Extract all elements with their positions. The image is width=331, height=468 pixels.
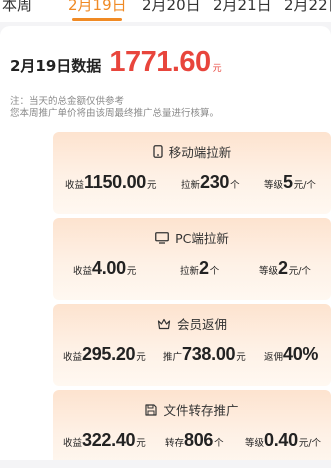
monitor-icon bbox=[155, 231, 170, 244]
stat-label: 返佣 bbox=[264, 352, 284, 363]
stat-label: 等级 bbox=[245, 438, 265, 449]
tab-this-week[interactable]: 本周 bbox=[2, 0, 32, 15]
stat-value: 40% bbox=[283, 344, 319, 364]
stat-level: 等级 5 元/个 bbox=[264, 172, 316, 193]
stat-earnings: 收益 295.20 元 bbox=[63, 344, 146, 365]
stat-unit: 元/个 bbox=[293, 180, 316, 191]
stat-earnings: 收益 322.40 元 bbox=[63, 430, 146, 451]
stat-label: 拉新 bbox=[181, 180, 201, 191]
stat-unit: 元/个 bbox=[298, 438, 322, 449]
stat-unit: 个 bbox=[214, 438, 224, 449]
stat-unit: 元/个 bbox=[288, 266, 311, 277]
stat-earnings: 收益 1150.00 元 bbox=[65, 172, 157, 193]
stat-unit: 元 bbox=[236, 352, 246, 363]
stat-commission-rate: 返佣 40% bbox=[264, 344, 318, 365]
crown-icon bbox=[157, 318, 171, 330]
stat-unit: 个 bbox=[209, 266, 220, 277]
stat-earnings: 收益 4.00 元 bbox=[73, 258, 136, 279]
stat-value: 322.40 bbox=[82, 430, 136, 450]
stat-value: 806 bbox=[184, 430, 214, 450]
stat-promotion: 推广 738.00 元 bbox=[163, 344, 246, 365]
stat-new-users: 拉新 2 个 bbox=[180, 258, 219, 279]
bottom-spacer bbox=[0, 460, 331, 468]
stat-unit: 元 bbox=[147, 180, 157, 191]
daily-total: 2月19日数据 1771.60 元 bbox=[10, 46, 222, 79]
stat-unit: 元 bbox=[136, 352, 146, 363]
stat-label: 等级 bbox=[259, 266, 279, 277]
section-pc-new-users: PC端拉新 收益 4.00 元 拉新 2 个 等级 2 元/个 bbox=[53, 218, 331, 300]
stat-value: 1150.00 bbox=[84, 172, 146, 192]
section-mobile-new-users: 移动端拉新 收益 1150.00 元 拉新 230 个 等级 5 元/个 bbox=[53, 132, 331, 214]
stat-value: 0.40 bbox=[264, 430, 298, 450]
tab-feb-19[interactable]: 2月19日 bbox=[68, 0, 127, 15]
stat-level: 等级 2 元/个 bbox=[259, 258, 311, 279]
total-amount: 1771.60 bbox=[109, 46, 211, 78]
section-title: 移动端拉新 bbox=[53, 142, 331, 161]
notes: 注：当天的总金额仅供参考 您本周推广单价将由该周最终推广总量进行核算。 bbox=[10, 96, 219, 120]
stat-value: 230 bbox=[200, 172, 230, 192]
section-file-save-promotion: 文件转存推广 收益 322.40 元 转存 806 个 等级 0.40 元/个 bbox=[53, 390, 331, 468]
date-tab-bar: 本周 2月19日 2月20日 2月21日 2月22日 bbox=[0, 0, 331, 22]
stat-label: 等级 bbox=[264, 180, 284, 191]
stat-label: 拉新 bbox=[180, 266, 200, 277]
active-tab-indicator bbox=[72, 18, 122, 21]
section-title-text: 移动端拉新 bbox=[168, 145, 232, 160]
stat-label: 推广 bbox=[163, 352, 183, 363]
stat-value: 2 bbox=[278, 258, 288, 278]
stat-label: 转存 bbox=[165, 438, 185, 449]
section-membership-commission: 会员返佣 收益 295.20 元 推广 738.00 元 返佣 40% bbox=[53, 304, 331, 386]
stat-label: 收益 bbox=[73, 266, 93, 277]
note-line: 您本周推广单价将由该周最终推广总量进行核算。 bbox=[10, 108, 220, 119]
stat-value: 2 bbox=[199, 258, 209, 278]
stat-label: 收益 bbox=[63, 438, 83, 449]
stat-label: 收益 bbox=[65, 180, 85, 191]
stat-value: 738.00 bbox=[182, 344, 236, 364]
note-line: 注：当天的总金额仅供参考 bbox=[10, 96, 125, 107]
section-title: 文件转存推广 bbox=[53, 400, 331, 419]
stat-level: 等级 0.40 元/个 bbox=[245, 430, 321, 451]
stat-unit: 元 bbox=[126, 266, 137, 277]
stat-value: 295.20 bbox=[82, 344, 136, 364]
total-amount-unit: 元 bbox=[212, 64, 222, 74]
section-title-text: 文件转存推广 bbox=[163, 403, 239, 418]
section-title: PC端拉新 bbox=[53, 228, 331, 247]
section-title: 会员返佣 bbox=[53, 314, 331, 333]
file-save-icon bbox=[145, 403, 158, 416]
stat-value: 5 bbox=[283, 172, 293, 192]
tab-feb-20[interactable]: 2月20日 bbox=[142, 0, 201, 15]
daily-data-card: 2月19日数据 1771.60 元 注：当天的总金额仅供参考 您本周推广单价将由… bbox=[0, 26, 331, 468]
tab-feb-22[interactable]: 2月22日 bbox=[284, 0, 331, 15]
stat-unit: 个 bbox=[230, 180, 240, 191]
date-label: 2月19日数据 bbox=[10, 57, 102, 75]
stat-label: 收益 bbox=[63, 352, 83, 363]
tab-feb-21[interactable]: 2月21日 bbox=[213, 0, 272, 15]
section-title-text: PC端拉新 bbox=[175, 231, 229, 246]
stat-new-users: 拉新 230 个 bbox=[181, 172, 240, 193]
section-title-text: 会员返佣 bbox=[176, 317, 227, 332]
stat-saves: 转存 806 个 bbox=[165, 430, 224, 451]
stat-value: 4.00 bbox=[92, 258, 126, 278]
stat-unit: 元 bbox=[136, 438, 146, 449]
mobile-phone-icon bbox=[153, 145, 163, 158]
